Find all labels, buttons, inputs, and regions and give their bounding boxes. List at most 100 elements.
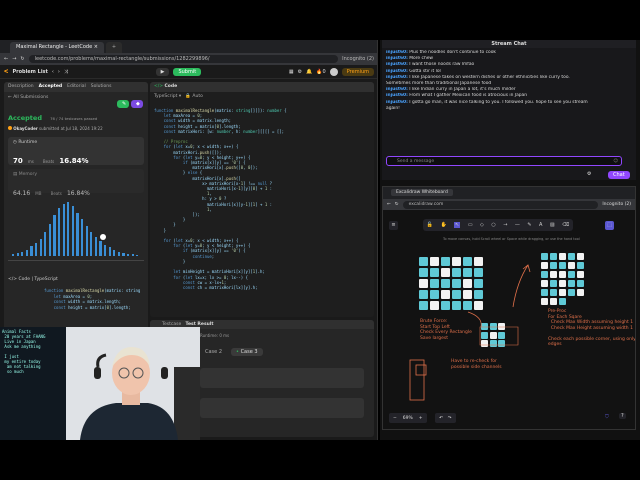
your-submission-marker[interactable] <box>100 234 106 240</box>
leetcode-logo-icon[interactable]: ᐸ <box>4 69 8 75</box>
problem-list-link[interactable]: Problem List <box>12 69 47 75</box>
histogram-bar[interactable] <box>104 245 107 256</box>
note-side-channels: Have to re-check for possible side chann… <box>451 359 502 370</box>
forward-icon[interactable]: → <box>12 56 16 62</box>
histogram-bar[interactable] <box>94 236 98 256</box>
notifications-icon[interactable]: 🔔 <box>306 69 312 75</box>
chat-username[interactable]: injust60: <box>386 93 408 98</box>
case-2-tab[interactable]: Case 2 <box>200 348 227 356</box>
reload-icon[interactable]: ↻ <box>20 56 24 62</box>
chat-input[interactable]: Send a message ☺ <box>386 156 622 166</box>
language-select[interactable]: TypeScript <box>154 94 177 99</box>
terminal-overlay: Animal Facts 20 years at FAANG Live in J… <box>0 327 66 440</box>
redo-icon[interactable]: ↷ <box>448 416 452 421</box>
histogram-bar[interactable] <box>16 252 19 256</box>
histogram-bar[interactable] <box>62 204 65 256</box>
tab-accepted[interactable]: Accepted <box>39 82 63 92</box>
histogram-bar[interactable] <box>44 232 47 256</box>
help-icon[interactable]: ? <box>619 413 626 419</box>
layout-icon[interactable]: ▦ <box>289 69 294 75</box>
memory-beats-label: Beats <box>50 191 62 196</box>
streak-icon[interactable]: 🔥0 <box>316 69 325 75</box>
memory-card[interactable]: ▤ Memory 64.16 MB Beats 16.84% <box>8 169 144 197</box>
submit-button[interactable]: Submit <box>173 67 202 76</box>
incognito-badge[interactable]: Incognito (2) <box>342 56 374 62</box>
histogram-bar[interactable] <box>81 219 84 256</box>
run-button[interactable]: ▶ <box>155 67 170 76</box>
chat-send-button[interactable]: Chat <box>608 171 630 179</box>
code-editor[interactable]: </> Code TypeScript ▾ 🔒 Auto function ma… <box>150 82 374 317</box>
editor-toolbar: TypeScript ▾ 🔒 Auto <box>154 94 203 99</box>
tab-code[interactable]: Code <box>165 84 178 89</box>
webcam-person-image <box>66 327 200 440</box>
prev-icon[interactable]: ‹ <box>52 69 54 75</box>
chat-username[interactable]: injust60: <box>386 56 408 61</box>
author-name[interactable]: OkayCoder <box>13 126 37 131</box>
avatar[interactable] <box>329 67 338 76</box>
premium-button[interactable]: Premium <box>341 67 374 76</box>
histogram-bar[interactable] <box>85 225 88 256</box>
zoom-in-button[interactable]: + <box>419 416 423 421</box>
auto-label: Auto <box>192 94 203 99</box>
tab-solutions[interactable]: Solutions <box>91 82 112 92</box>
histogram-bar[interactable] <box>117 251 121 256</box>
histogram-bar[interactable] <box>76 212 79 256</box>
emote-icon[interactable]: ☺ <box>613 157 618 166</box>
shield-icon[interactable]: ⛉ <box>605 414 609 420</box>
histogram-bar[interactable] <box>21 251 24 256</box>
browser-tab[interactable]: Maximal Rectangle - LeetCode × <box>10 42 104 53</box>
chat-username[interactable]: injust60: <box>386 87 408 92</box>
chat-username[interactable]: injust60: <box>386 50 408 55</box>
histogram-bar[interactable] <box>136 254 139 256</box>
chat-username[interactable]: injust60: <box>386 100 408 105</box>
note-brute-force: Brute Force: Start Top Left Check Every … <box>420 319 472 341</box>
histogram-bar[interactable] <box>30 246 33 256</box>
case-3-tab[interactable]: • Case 3 <box>231 348 263 356</box>
new-tab-button[interactable]: + <box>105 42 123 53</box>
submitted-code-preview: function maximalRectangle(matrix: string… <box>44 288 141 310</box>
histogram-bar[interactable] <box>58 208 61 256</box>
histogram-bar[interactable] <box>35 243 38 256</box>
chat-text: again! <box>386 105 400 111</box>
runtime-unit: ms <box>27 159 34 164</box>
histogram-bar[interactable] <box>122 252 125 256</box>
chat-text: I gotta go man, it was nice talking to y… <box>409 99 588 105</box>
settings-icon[interactable]: ⚙ <box>298 69 302 75</box>
runtime-card[interactable]: ◷ Runtime 70 ms Beats 16.84% <box>8 137 144 165</box>
histogram-bar[interactable] <box>71 206 75 256</box>
tab-description[interactable]: Description <box>8 82 34 92</box>
chat-placeholder: Send a message <box>397 159 435 164</box>
chat-settings-icon[interactable]: ⚙ <box>587 171 591 177</box>
zoom-level[interactable]: 69% <box>403 416 413 421</box>
tab-editorial[interactable]: Editorial <box>67 82 86 92</box>
histogram-bar[interactable] <box>12 253 15 256</box>
chat-username[interactable]: injust60: <box>386 75 408 80</box>
zoom-out-button[interactable]: − <box>393 416 397 421</box>
histogram-bar[interactable] <box>39 238 42 256</box>
histogram-bar[interactable] <box>53 214 56 256</box>
histogram-bar[interactable] <box>99 240 102 256</box>
histogram-bar[interactable] <box>48 223 52 256</box>
histogram-bar[interactable] <box>25 249 29 256</box>
histogram-bar[interactable] <box>90 232 93 256</box>
solution-button[interactable]: ✎ <box>117 100 129 108</box>
back-icon[interactable]: ← <box>4 56 8 62</box>
url-field[interactable]: leetcode.com/problems/maximal-rectangle/… <box>28 55 339 63</box>
histogram-bar[interactable] <box>127 253 130 256</box>
case-3-label: Case 3 <box>240 349 258 355</box>
histogram-bar[interactable] <box>113 249 116 256</box>
share-button[interactable]: ◆ <box>131 100 143 108</box>
histogram-bar[interactable] <box>131 253 134 256</box>
shuffle-icon[interactable]: ⤨ <box>64 69 68 75</box>
undo-icon[interactable]: ↶ <box>439 416 443 421</box>
chat-username[interactable]: injust60: <box>386 69 408 74</box>
editor-tabbar: </> Code <box>150 82 374 92</box>
clock-icon: ◷ <box>13 140 17 145</box>
stream-chat: Stream Chat injust60: Plus the noodles d… <box>382 40 636 180</box>
chat-username[interactable]: injust60: <box>386 62 408 67</box>
code-text[interactable]: function maximalRectangle(matrix: string… <box>154 108 287 290</box>
runtime-beats-label: Beats <box>42 159 55 164</box>
histogram-bar[interactable] <box>108 247 111 256</box>
next-icon[interactable]: › <box>58 69 60 75</box>
histogram-bar[interactable] <box>67 202 70 256</box>
